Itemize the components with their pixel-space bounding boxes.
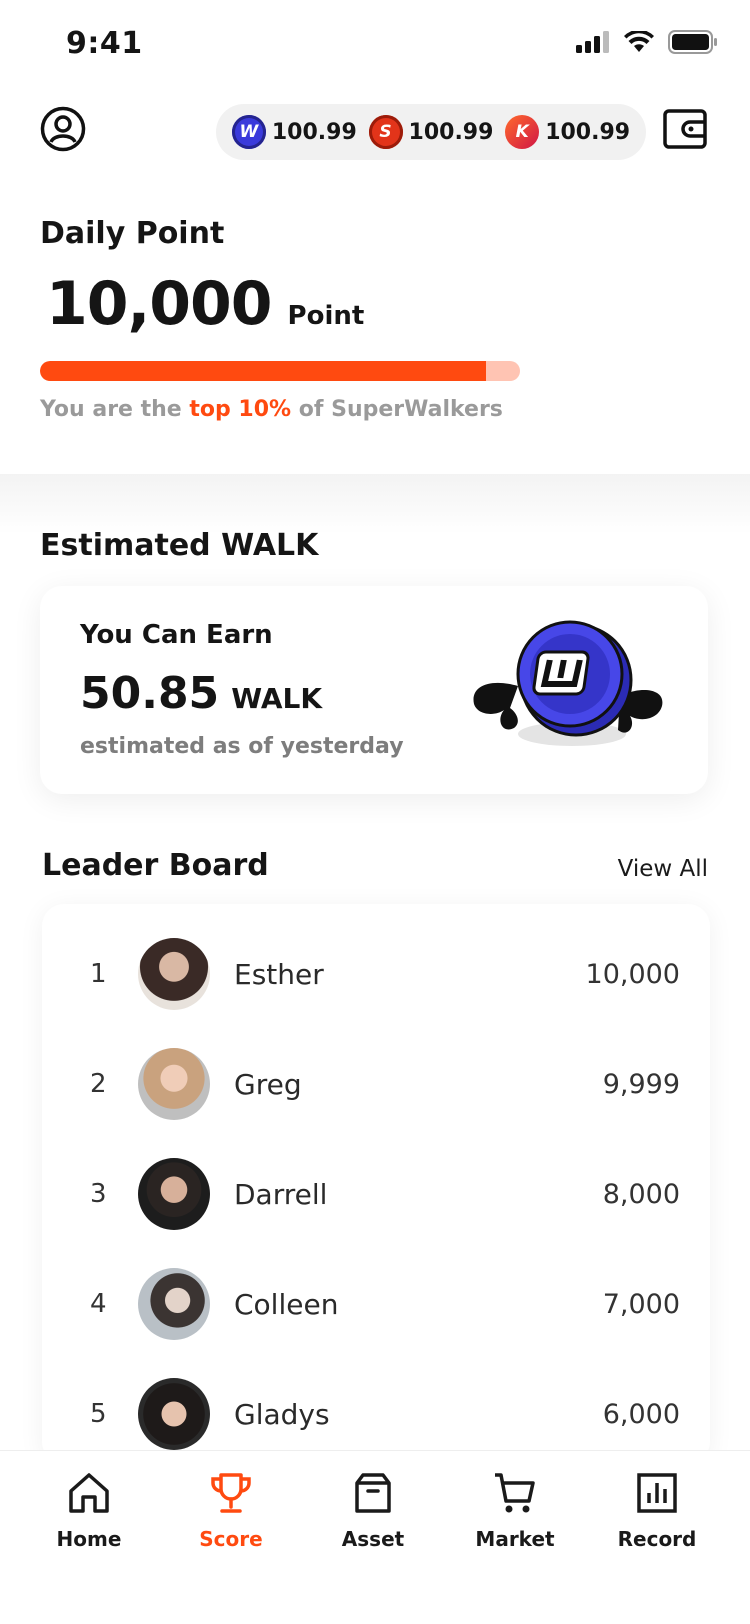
avatar (138, 1048, 210, 1120)
estimated-walk-title: Estimated WALK (40, 528, 319, 563)
leaderboard-rank: 5 (90, 1399, 107, 1429)
status-time: 9:41 (66, 26, 143, 61)
avatar (138, 1378, 210, 1450)
daily-point-value: 10,000 (46, 269, 273, 339)
daily-progress-bar (40, 361, 520, 381)
leaderboard-name: Gladys (234, 1397, 330, 1431)
leaderboard-rank: 3 (90, 1179, 107, 1209)
daily-point-title: Daily Point (40, 216, 225, 251)
earn-value-row: 50.85 WALK (80, 668, 322, 719)
home-icon (69, 1473, 109, 1513)
bottom-tab-bar: Home Score Asset Market Record (0, 1450, 750, 1624)
avatar (138, 1158, 210, 1230)
leaderboard-card: 1 Esther 10,000 2 Greg 9,999 3 Darrell 8… (42, 904, 710, 1464)
battery-icon (668, 30, 717, 54)
leaderboard-rank: 2 (90, 1069, 107, 1099)
leaderboard-row[interactable]: 1 Esther 10,000 (42, 936, 710, 1012)
earn-card[interactable]: You Can Earn 50.85 WALK estimated as of … (40, 586, 708, 794)
earn-unit: WALK (231, 682, 323, 715)
leaderboard-row[interactable]: 3 Darrell 8,000 (42, 1156, 710, 1232)
tab-record[interactable]: Record (597, 1469, 717, 1551)
rank-prefix: You are the (40, 397, 190, 422)
view-all-link[interactable]: View All (618, 856, 708, 882)
daily-point-unit: Point (287, 301, 365, 331)
leaderboard-score: 6,000 (602, 1398, 680, 1430)
cellular-signal-icon (576, 31, 609, 53)
leaderboard-score: 9,999 (602, 1068, 680, 1100)
s-balance: S 100.99 (368, 115, 494, 149)
leaderboard-name: Colleen (234, 1287, 339, 1321)
cart-icon (495, 1473, 535, 1513)
status-icons (576, 30, 718, 54)
k-balance-value: 100.99 (545, 119, 631, 145)
s-balance-value: 100.99 (408, 119, 494, 145)
s-coin-icon: S (368, 115, 403, 149)
tab-label: Market (475, 1527, 555, 1551)
avatar (138, 1268, 210, 1340)
avatar (138, 938, 210, 1010)
walk-balance: W 100.99 (231, 115, 357, 149)
tab-label: Home (56, 1527, 122, 1551)
earn-value: 50.85 (80, 668, 220, 719)
tab-score[interactable]: Score (171, 1469, 291, 1551)
rank-highlight: top 10% (189, 397, 292, 422)
box-icon (355, 1473, 391, 1513)
rank-suffix: of SuperWalkers (291, 397, 503, 422)
tab-home[interactable]: Home (29, 1469, 149, 1551)
leaderboard-score: 8,000 (602, 1178, 680, 1210)
tab-asset[interactable]: Asset (313, 1469, 433, 1551)
daily-point-section: Daily Point 10,000 Point You are the top… (40, 216, 720, 422)
daily-point-value-row: 10,000 Point (40, 269, 720, 339)
wallet-icon[interactable] (662, 106, 708, 152)
leaderboard-name: Greg (234, 1067, 302, 1101)
tab-label: Record (617, 1527, 697, 1551)
k-balance: K 100.99 (505, 115, 630, 149)
walk-coin-illustration (473, 620, 663, 746)
leaderboard-score: 7,000 (602, 1288, 680, 1320)
leaderboard-row[interactable]: 5 Gladys 6,000 (42, 1376, 710, 1452)
leaderboard-rank: 4 (90, 1289, 107, 1319)
rank-text: You are the top 10% of SuperWalkers (40, 397, 720, 422)
earn-subtext: estimated as of yesterday (80, 734, 404, 759)
leaderboard-row[interactable]: 2 Greg 9,999 (42, 1046, 710, 1122)
status-bar: 9:41 (0, 0, 750, 90)
leaderboard-row[interactable]: 4 Colleen 7,000 (42, 1266, 710, 1342)
leaderboard-name: Darrell (234, 1177, 328, 1211)
profile-icon[interactable] (40, 106, 86, 152)
tab-market[interactable]: Market (455, 1469, 575, 1551)
leaderboard-name: Esther (234, 957, 324, 991)
wifi-icon (624, 31, 654, 52)
k-coin-icon: K (505, 115, 540, 149)
top-bar: W 100.99 S 100.99 K 100.99 (0, 100, 750, 170)
leaderboard-title: Leader Board (42, 848, 269, 883)
walk-balance-value: 100.99 (271, 119, 357, 145)
tab-label: Asset (341, 1527, 405, 1551)
tab-label: Score (199, 1527, 263, 1551)
trophy-icon (211, 1473, 251, 1513)
daily-progress-fill (40, 361, 487, 381)
chart-icon (637, 1473, 677, 1513)
walk-coin-icon: W (231, 115, 266, 149)
leaderboard-score: 10,000 (585, 958, 680, 990)
earn-label: You Can Earn (80, 620, 273, 650)
coin-balances[interactable]: W 100.99 S 100.99 K 100.99 (216, 104, 646, 160)
leaderboard-rank: 1 (90, 959, 107, 989)
